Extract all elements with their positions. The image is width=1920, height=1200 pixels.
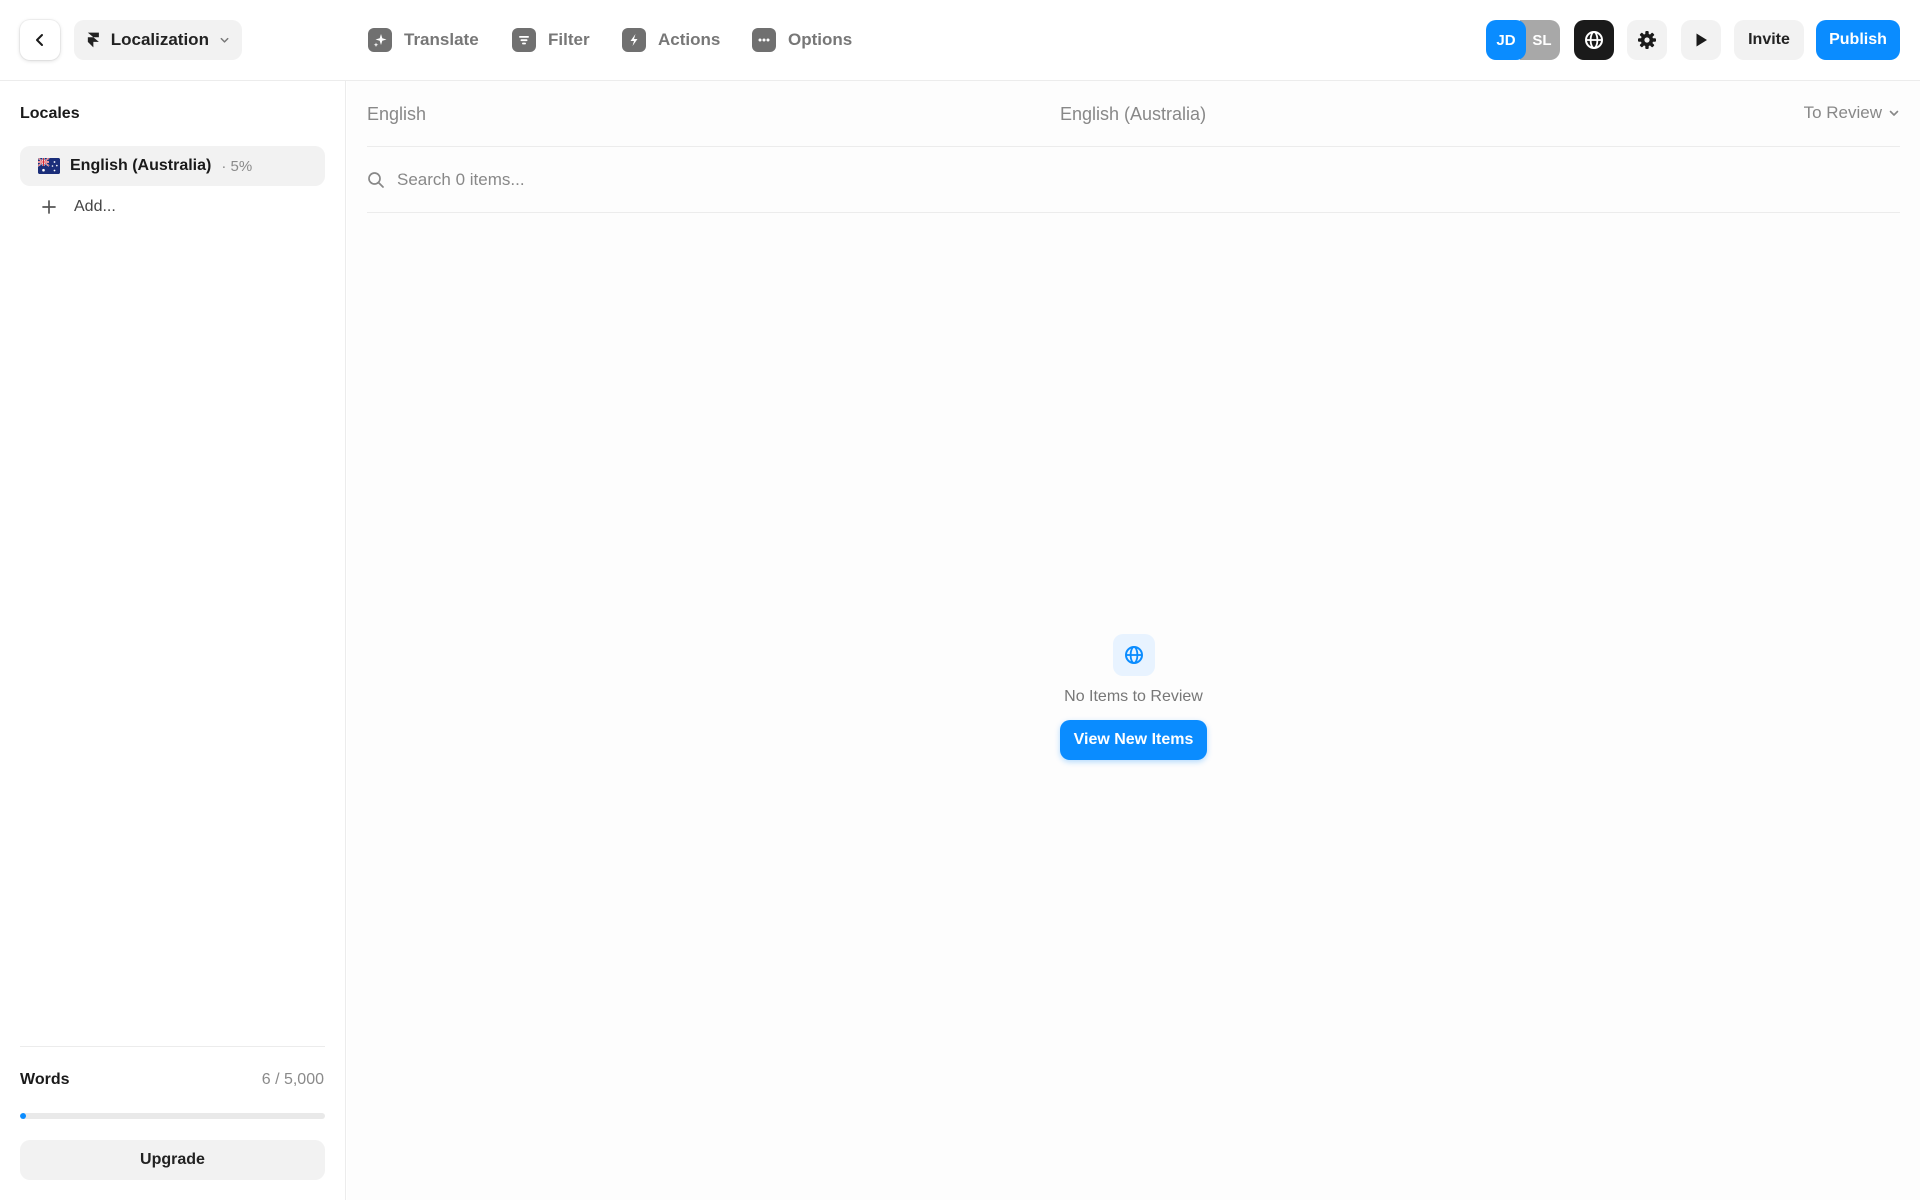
globe-icon <box>1585 31 1603 49</box>
sidebar-divider <box>20 1046 325 1047</box>
column-header-row: English English (Australia) To Review <box>367 81 1900 147</box>
empty-state-badge <box>1112 634 1155 676</box>
filter-icon <box>512 28 536 52</box>
words-usage-count: 6 / 5,000 <box>261 1071 324 1088</box>
upgrade-button[interactable]: Upgrade <box>20 1140 325 1180</box>
translation-workspace: English English (Australia) To Review No… <box>347 81 1920 1200</box>
search-input[interactable] <box>397 169 997 190</box>
empty-state: No Items to Review View New Items <box>347 634 1920 760</box>
search-icon <box>368 171 384 188</box>
locale-item-english-australia[interactable]: English (Australia) · 5% <box>20 146 325 186</box>
actions-button[interactable]: Actions <box>622 20 720 60</box>
play-icon <box>1696 33 1707 47</box>
words-usage-label: Words <box>20 1071 70 1088</box>
words-usage-progress-fill <box>20 1113 26 1119</box>
australia-flag-icon <box>38 158 60 174</box>
search-bar <box>367 147 1900 213</box>
settings-button[interactable] <box>1627 20 1667 60</box>
locales-heading: Locales <box>20 105 80 122</box>
empty-state-message: No Items to Review <box>1064 688 1203 705</box>
view-new-items-button[interactable]: View New Items <box>1059 720 1208 760</box>
words-usage-progress-bar <box>20 1113 325 1119</box>
chevron-left-icon <box>36 34 43 46</box>
translate-label: Translate <box>404 30 479 49</box>
framer-logo-icon <box>87 32 99 48</box>
locale-name: English (Australia) <box>70 157 212 174</box>
avatar-jd[interactable]: JD <box>1486 20 1526 60</box>
top-toolbar: Localization Translate Filter Actions Op… <box>0 0 1920 81</box>
add-locale-button[interactable]: Add... <box>20 187 325 227</box>
project-menu-button[interactable]: Localization <box>74 20 242 60</box>
locale-progress-percent: · 5% <box>221 157 253 175</box>
invite-button[interactable]: Invite <box>1734 20 1804 60</box>
status-filter-dropdown[interactable]: To Review <box>1804 103 1900 123</box>
chevron-down-icon <box>1889 110 1899 116</box>
avatar-sl[interactable]: SL <box>1520 20 1560 60</box>
bolt-icon <box>622 28 646 52</box>
locale-globe-button[interactable] <box>1574 20 1614 60</box>
preview-button[interactable] <box>1681 20 1721 60</box>
globe-icon <box>1124 646 1143 664</box>
chevron-down-icon <box>220 37 229 43</box>
options-label: Options <box>788 30 853 49</box>
back-button[interactable] <box>20 20 60 60</box>
ellipsis-icon <box>752 28 776 52</box>
translate-button[interactable]: Translate <box>368 20 479 60</box>
sparkle-icon <box>368 28 392 52</box>
filter-label: Filter <box>548 30 590 49</box>
project-name: Localization <box>110 30 209 49</box>
status-filter-label: To Review <box>1803 103 1882 122</box>
options-button[interactable]: Options <box>752 20 852 60</box>
target-language-column: English (Australia) <box>1060 104 1207 124</box>
plus-icon <box>42 200 56 214</box>
actions-label: Actions <box>658 30 721 49</box>
filter-button[interactable]: Filter <box>512 20 590 60</box>
gear-icon <box>1638 31 1656 49</box>
collaborator-avatars: JD SL <box>1486 20 1562 60</box>
source-language-column: English <box>367 104 427 124</box>
locales-sidebar: Locales English (Australia) · 5% Add... … <box>0 81 346 1200</box>
add-locale-label: Add... <box>74 198 116 215</box>
publish-button[interactable]: Publish <box>1816 20 1900 60</box>
